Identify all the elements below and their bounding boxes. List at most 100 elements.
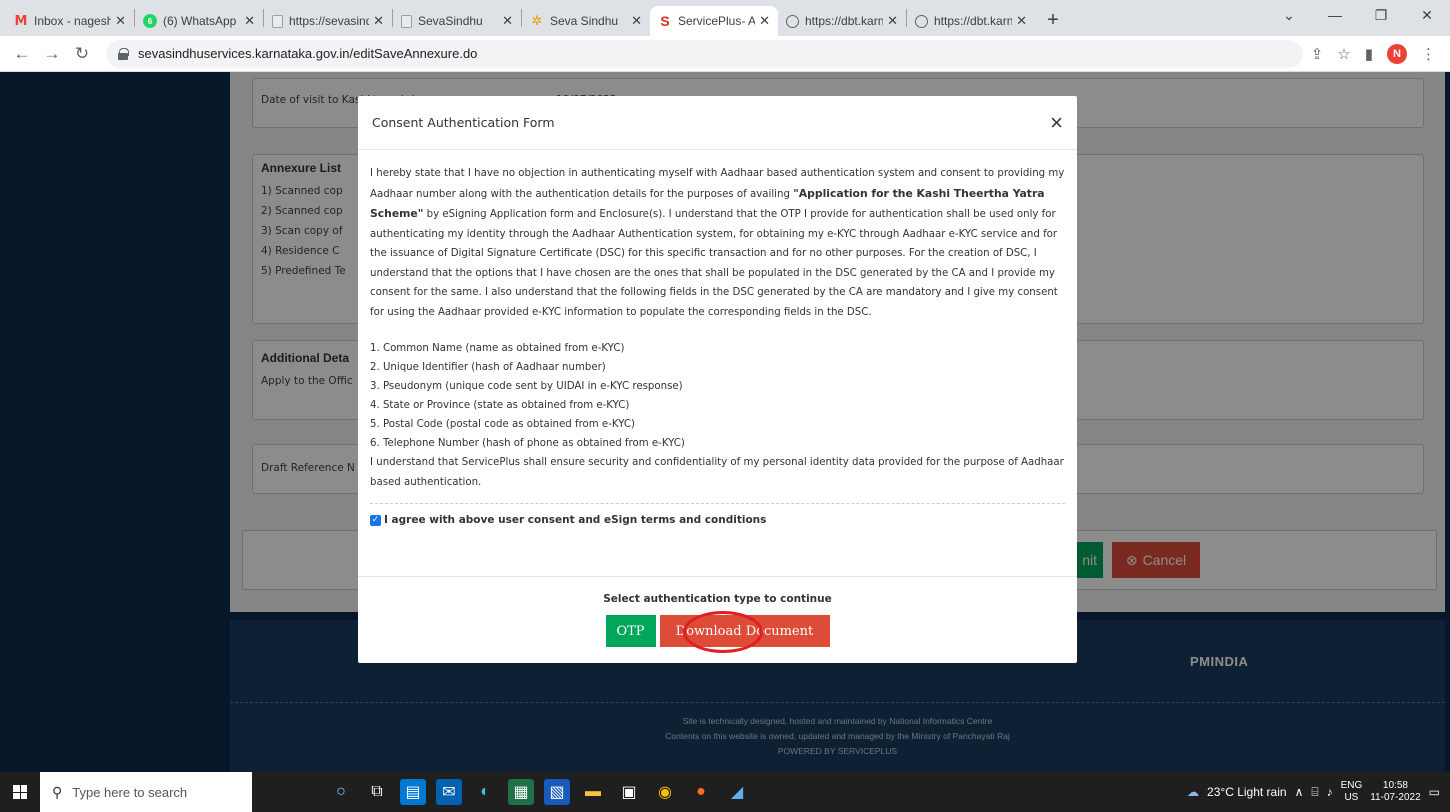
modal-header: Consent Authentication Form × (358, 96, 1077, 150)
tab-title: (6) WhatsApp (163, 14, 237, 28)
edge-icon[interactable]: ◐ (472, 779, 498, 805)
minimize-icon[interactable]: — (1312, 0, 1358, 30)
restore-icon[interactable]: ❐ (1358, 0, 1404, 30)
agree-checkbox[interactable]: ✓ (370, 515, 381, 526)
list-item: 5. Postal Code (postal code as obtained … (370, 419, 635, 430)
window-controls: ⌄ — ❐ ✕ (1266, 0, 1450, 30)
agree-row[interactable]: ✓ I agree with above user consent and eS… (370, 503, 1065, 531)
modal-body: I hereby state that I have no objection … (358, 150, 1077, 531)
globe-icon (786, 14, 799, 28)
tab-close-icon[interactable]: ✕ (887, 13, 898, 29)
tab-title: https://dbt.karnata (805, 14, 884, 28)
seva-sindhu-icon: ✲ (531, 13, 543, 28)
otp-highlight-annotation (683, 611, 763, 653)
consent-authentication-modal: Consent Authentication Form × I hereby s… (358, 96, 1077, 663)
close-window-icon[interactable]: ✕ (1404, 0, 1450, 30)
tab-whatsapp[interactable]: 6 (6) WhatsApp ✕ (135, 6, 263, 36)
tab-close-icon[interactable]: ✕ (502, 13, 513, 29)
document-icon (272, 14, 283, 28)
globe-icon (915, 14, 928, 28)
address-bar[interactable]: sevasindhuservices.karnataka.gov.in/edit… (106, 39, 1303, 68)
share-icon[interactable]: ⇪ (1311, 45, 1324, 63)
back-arrow-icon[interactable]: ← (8, 40, 36, 68)
notifications-icon[interactable]: ▭ (1429, 785, 1440, 799)
start-button[interactable] (0, 772, 40, 812)
tab-title: SevaSindhu (418, 14, 483, 28)
security-statement: I understand that ServicePlus shall ensu… (370, 457, 1064, 488)
modal-title: Consent Authentication Form (372, 115, 555, 130)
system-tray: ☁ 23°C Light rain ∧ ⌸ ♪ ENG US 10:58 11-… (1187, 772, 1450, 812)
network-app-icon[interactable]: ▣ (616, 779, 642, 805)
tab-search-icon[interactable]: ⌄ (1266, 0, 1312, 30)
cortana-icon[interactable]: ○ (328, 779, 354, 805)
tab-close-icon[interactable]: ✕ (373, 13, 384, 29)
url-text[interactable]: sevasindhuservices.karnataka.gov.in/edit… (138, 46, 477, 61)
tab-sevasindhu[interactable]: SevaSindhu ✕ (393, 6, 521, 36)
weather-text[interactable]: 23°C Light rain (1207, 785, 1287, 799)
tray-overflow-icon[interactable]: ∧ (1295, 785, 1304, 799)
tab-dbt-karnataka-2[interactable]: https://dbt.karnata ✕ (907, 6, 1035, 36)
tab-dbt-karnataka-1[interactable]: https://dbt.karnata ✕ (778, 6, 906, 36)
clock-date: 11-07-2022 (1370, 792, 1421, 803)
weather-cloud-icon: ☁ (1187, 785, 1200, 799)
excel-icon[interactable]: ▦ (508, 779, 534, 805)
agree-label[interactable]: I agree with above user consent and eSig… (384, 511, 766, 531)
web-page: Date of visit to Kashi temple/ಕಾಶಿ ದೇವಸ್… (0, 72, 1450, 772)
firefox-icon[interactable]: ● (688, 779, 714, 805)
consent-paragraph: I hereby state that I have no objection … (370, 164, 1065, 322)
tab-close-icon[interactable]: ✕ (115, 13, 126, 29)
consent-text: by eSigning Application form and Enclosu… (370, 209, 1058, 318)
tab-close-icon[interactable]: ✕ (759, 13, 770, 29)
search-placeholder: Type here to search (72, 784, 188, 800)
tab-serviceplus[interactable]: S ServicePlus- Applic ✕ (650, 6, 778, 36)
auth-type-prompt: Select authentication type to continue (603, 593, 832, 605)
keyboard-layout: US (1344, 792, 1359, 803)
word-icon[interactable]: ▧ (544, 779, 570, 805)
browser-tab-strip: M Inbox - nageshnme ✕ 6 (6) WhatsApp ✕ h… (0, 0, 1450, 36)
taskbar-search[interactable]: ⚲ Type here to search (40, 772, 252, 812)
profile-avatar[interactable]: N (1387, 43, 1407, 64)
tab-title: https://sevasindhu (289, 14, 370, 28)
tab-gmail-inbox[interactable]: M Inbox - nageshnme ✕ (6, 6, 134, 36)
menu-kebab-icon[interactable]: ⋮ (1421, 45, 1436, 63)
new-tab-button[interactable]: + (1039, 6, 1067, 34)
side-panel-icon[interactable]: ▮ (1365, 45, 1373, 63)
toolbar-actions: ⇪ ☆ ▮ N ⋮ (1311, 43, 1442, 64)
tab-sevasindhu-url[interactable]: https://sevasindhu ✕ (264, 6, 392, 36)
list-item: 3. Pseudonym (unique code sent by UIDAI … (370, 381, 683, 392)
lock-icon[interactable] (118, 47, 129, 60)
tab-title: Inbox - nageshnme (34, 14, 112, 28)
browser-toolbar: ← → ↻ sevasindhuservices.karnataka.gov.i… (0, 36, 1450, 72)
app-icon[interactable]: ◢ (724, 779, 750, 805)
tab-close-icon[interactable]: ✕ (244, 13, 255, 29)
tab-close-icon[interactable]: ✕ (1016, 13, 1027, 29)
task-view-icon[interactable]: ⧉ (364, 779, 390, 805)
clock[interactable]: 10:58 11-07-2022 (1370, 780, 1420, 804)
forward-arrow-icon[interactable]: → (38, 40, 66, 68)
chrome-icon[interactable]: ◉ (652, 779, 678, 805)
taskbar-apps: ○ ⧉ ▤ ✉ ◐ ▦ ▧ ▬ ▣ ◉ ● ◢ (328, 779, 750, 805)
clock-time: 10:58 (1382, 780, 1408, 791)
bookmark-star-icon[interactable]: ☆ (1337, 45, 1350, 63)
list-item: 4. State or Province (state as obtained … (370, 400, 630, 411)
reload-icon[interactable]: ↻ (68, 40, 96, 68)
close-icon[interactable]: × (1050, 111, 1063, 134)
tab-close-icon[interactable]: ✕ (631, 13, 642, 29)
language-indicator[interactable]: ENG US (1341, 780, 1363, 804)
serviceplus-icon: S (660, 13, 670, 29)
tab-title: https://dbt.karnata (934, 14, 1013, 28)
tab-title: Seva Sindhu (550, 14, 619, 28)
otp-button[interactable]: OTP (605, 615, 656, 647)
search-icon: ⚲ (52, 783, 63, 800)
mail-icon[interactable]: ✉ (436, 779, 462, 805)
network-icon[interactable]: ⌸ (1311, 785, 1318, 800)
file-explorer-icon[interactable]: ▬ (580, 779, 606, 805)
tab-title: ServicePlus- Applic (678, 14, 756, 28)
store-icon[interactable]: ▤ (400, 779, 426, 805)
language-code: ENG (1340, 780, 1363, 791)
list-item: 6. Telephone Number (hash of phone as ob… (370, 438, 685, 449)
list-item: 1. Common Name (name as obtained from e-… (370, 343, 625, 354)
gmail-icon: M (14, 13, 28, 29)
tab-seva-sindhu[interactable]: ✲ Seva Sindhu ✕ (522, 6, 650, 36)
volume-icon[interactable]: ♪ (1327, 785, 1333, 799)
